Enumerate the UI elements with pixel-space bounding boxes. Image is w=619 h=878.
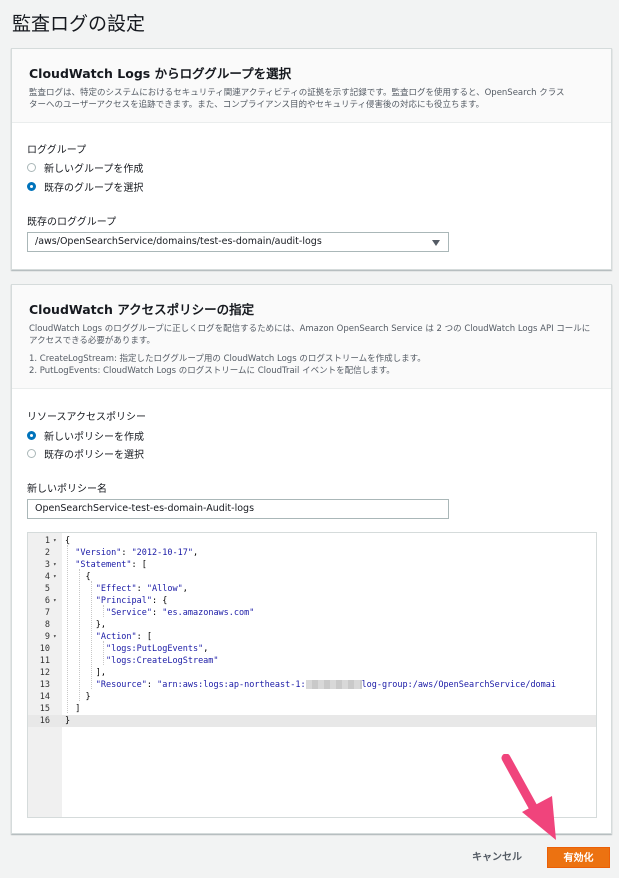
code-line[interactable]: 5 "Effect": "Allow", xyxy=(28,583,596,595)
indent-guide xyxy=(67,545,69,713)
code-line[interactable]: 15 ] xyxy=(28,703,596,715)
code-line[interactable]: 14 } xyxy=(28,691,596,703)
line-number: 10 xyxy=(39,644,50,654)
log-group-panel-description: 監査ログは、特定のシステムにおけるセキュリティ関連アクティビティの証拠を示す記録… xyxy=(29,88,594,111)
log-group-desc-line-1: 監査ログは、特定のシステムにおけるセキュリティ関連アクティビティの証拠を示す記録… xyxy=(29,88,565,98)
code-text: "logs:PutLogEvents", xyxy=(105,644,209,654)
existing-log-group-label: 既存のロググループ xyxy=(27,217,117,228)
radio-label: 新しいグループを作成 xyxy=(44,164,144,175)
code-line[interactable]: 16} xyxy=(28,715,596,727)
line-number: 11 xyxy=(39,656,50,666)
radio-label: 既存のポリシーを選択 xyxy=(44,450,144,461)
line-number: 4 xyxy=(44,572,50,582)
code-line[interactable]: 6 ▾ "Principal": { xyxy=(28,595,596,607)
redacted-account-id xyxy=(305,680,362,689)
line-number: 7 xyxy=(44,608,50,618)
log-group-desc-line-2: ターへのユーザーアクセスを追跡できます。また、コンプライアンス目的やセキュリティ… xyxy=(29,99,485,110)
radio-label: 既存のグループを選択 xyxy=(44,183,144,194)
fold-toggle-icon[interactable]: ▾ xyxy=(53,571,57,583)
code-line[interactable]: 10 "logs:PutLogEvents", xyxy=(28,643,596,655)
existing-log-group-value: /aws/OpenSearchService/domains/test-es-d… xyxy=(35,236,322,247)
line-number: 14 xyxy=(39,692,50,702)
existing-log-group-select[interactable]: /aws/OpenSearchService/domains/test-es-d… xyxy=(27,232,449,252)
log-group-panel-header: CloudWatch Logs からロググループを選択 監査ログは、特定のシステ… xyxy=(12,49,611,123)
radio-circle[interactable] xyxy=(27,182,36,191)
fold-toggle-icon[interactable]: ▾ xyxy=(53,559,57,571)
resource-access-policy-label: リソースアクセスポリシー xyxy=(27,412,146,423)
fold-toggle-icon[interactable]: ▾ xyxy=(53,595,57,607)
line-number: 9 xyxy=(44,632,50,642)
policy-item-1: 1. CreateLogStream: 指定したロググループ用の CloudWa… xyxy=(29,354,426,364)
code-line[interactable]: 4 ▾ { xyxy=(28,571,596,583)
code-line[interactable]: 7 "Service": "es.amazonaws.com" xyxy=(28,607,596,619)
access-policy-panel: CloudWatch アクセスポリシーの指定 CloudWatch Logs の… xyxy=(11,284,612,834)
indent-guide xyxy=(79,569,81,701)
indent-guide xyxy=(91,581,93,689)
enable-button[interactable]: 有効化 xyxy=(547,847,610,868)
policy-desc-line-1: CloudWatch Logs のロググループに正しくログを配信するためには、A… xyxy=(29,324,591,334)
code-line[interactable]: 11 "logs:CreateLogStream" xyxy=(28,655,596,667)
line-number: 13 xyxy=(39,680,50,690)
cancel-button[interactable]: キャンセル xyxy=(460,848,534,868)
indent-guide xyxy=(103,605,105,617)
code-line[interactable]: 8 }, xyxy=(28,619,596,631)
new-policy-name-label: 新しいポリシー名 xyxy=(27,484,107,495)
fold-toggle-icon[interactable]: ▾ xyxy=(53,535,57,547)
line-number: 1 xyxy=(44,536,50,546)
code-text: "Service": "es.amazonaws.com" xyxy=(105,608,255,618)
line-number: 3 xyxy=(44,560,50,570)
line-number: 5 xyxy=(44,584,50,594)
code-text: ], xyxy=(65,668,106,678)
line-number: 2 xyxy=(44,548,50,558)
code-text: "Effect": "Allow", xyxy=(95,584,188,594)
page-title: 監査ログの設定 xyxy=(12,13,146,35)
radio-circle[interactable] xyxy=(27,449,36,458)
radio-create-new-group[interactable]: 新しいグループを作成 xyxy=(27,160,143,175)
radio-select-existing-policy[interactable]: 既存のポリシーを選択 xyxy=(27,446,144,461)
log-group-panel: CloudWatch Logs からロググループを選択 監査ログは、特定のシステ… xyxy=(11,48,612,270)
dropdown-caret-icon xyxy=(432,240,440,246)
radio-select-existing-group[interactable]: 既存のグループを選択 xyxy=(27,179,143,194)
radio-label: 新しいポリシーを作成 xyxy=(44,432,144,443)
code-line[interactable]: 12 ], xyxy=(28,667,596,679)
log-group-panel-title: CloudWatch Logs からロググループを選択 xyxy=(29,66,292,81)
code-line[interactable]: 3 ▾ "Statement": [ xyxy=(28,559,596,571)
new-policy-name-input[interactable]: OpenSearchService-test-es-domain-Audit-l… xyxy=(27,499,449,519)
code-text: }, xyxy=(65,620,106,630)
line-number: 15 xyxy=(39,704,50,714)
code-text: "logs:CreateLogStream" xyxy=(105,656,219,666)
line-number: 12 xyxy=(39,668,50,678)
radio-create-new-policy[interactable]: 新しいポリシーを作成 xyxy=(27,428,144,443)
new-policy-name-value: OpenSearchService-test-es-domain-Audit-l… xyxy=(35,503,255,514)
radio-circle[interactable] xyxy=(27,163,36,172)
line-number: 16 xyxy=(39,716,50,726)
policy-desc-line-2: アクセスできる必要があります。 xyxy=(29,335,156,346)
log-group-label: ロググループ xyxy=(27,145,87,156)
code-text: "Statement": [ xyxy=(75,560,147,570)
line-number: 6 xyxy=(44,596,50,606)
code-text: } xyxy=(65,716,71,726)
line-number: 8 xyxy=(44,620,50,630)
policy-item-2: 2. PutLogEvents: CloudWatch Logs のログストリー… xyxy=(29,365,395,376)
code-line[interactable]: 1 ▾{ xyxy=(28,535,596,547)
access-policy-panel-description: CloudWatch Logs のロググループに正しくログを配信するためには、A… xyxy=(29,324,594,377)
code-line[interactable]: 9 ▾ "Action": [ xyxy=(28,631,596,643)
access-policy-panel-header: CloudWatch アクセスポリシーの指定 CloudWatch Logs の… xyxy=(12,285,611,389)
code-line[interactable]: 13 "Resource": "arn:aws:logs:ap-northeas… xyxy=(28,679,596,691)
radio-circle[interactable] xyxy=(27,431,36,440)
code-text: "Version": "2012-10-17", xyxy=(75,548,199,558)
code-text: "Resource": "arn:aws:logs:ap-northeast-1… xyxy=(95,680,557,690)
code-line[interactable]: 2 "Version": "2012-10-17", xyxy=(28,547,596,559)
fold-toggle-icon[interactable]: ▾ xyxy=(53,631,57,643)
annotation-arrow-icon xyxy=(501,754,556,840)
access-policy-panel-title: CloudWatch アクセスポリシーの指定 xyxy=(29,302,255,317)
indent-guide xyxy=(103,641,105,665)
